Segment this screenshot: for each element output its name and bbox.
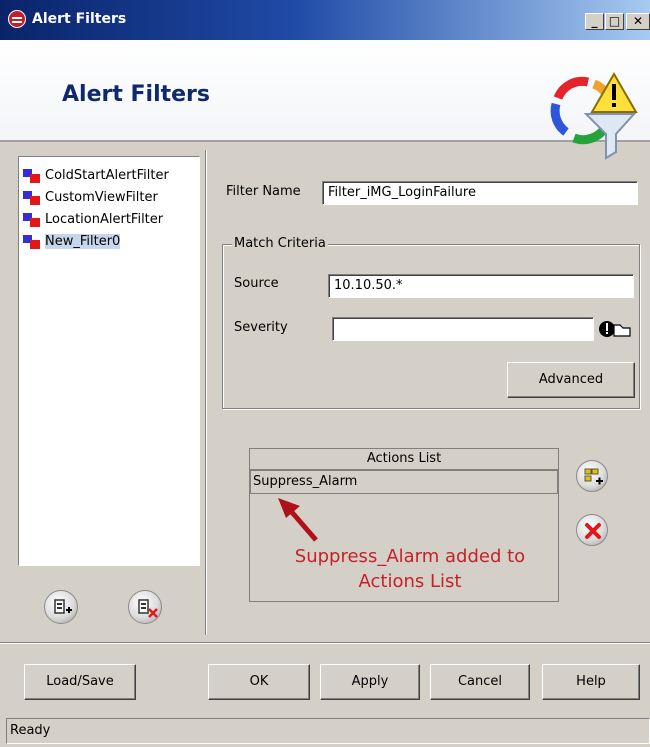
filter-name-field[interactable]: Filter_iMG_LoginFailure (322, 181, 638, 205)
close-button[interactable]: ✕ (626, 13, 650, 30)
help-button[interactable]: Help (542, 664, 640, 700)
filter-list-item-selected[interactable]: New_Filter0 (21, 231, 121, 253)
filter-label: ColdStartAlertFilter (45, 168, 169, 183)
button-separator (0, 642, 650, 644)
filter-list-item[interactable]: ColdStartAlertFilter (21, 165, 169, 187)
annotation-arrow (278, 498, 318, 542)
source-field[interactable]: 10.10.50.* (328, 274, 634, 298)
annotation-line-2: Actions List (358, 571, 462, 592)
add-action-button[interactable] (576, 460, 608, 492)
filter-icon (23, 213, 41, 227)
ok-button[interactable]: OK (208, 664, 310, 700)
alert-funnel-icon (550, 72, 638, 160)
cancel-button[interactable]: Cancel (430, 664, 530, 700)
title-bar[interactable]: Alert Filters _ □ ✕ (0, 0, 650, 40)
remove-action-icon (585, 523, 601, 539)
source-label: Source (234, 276, 279, 291)
add-filter-button[interactable] (44, 590, 78, 624)
app-icon[interactable] (8, 10, 26, 28)
delete-filter-button[interactable] (128, 590, 162, 624)
filter-list-item[interactable]: CustomViewFilter (21, 187, 158, 209)
filter-label: LocationAlertFilter (45, 212, 164, 227)
header-banner: Alert Filters (0, 40, 650, 160)
filter-list[interactable]: ColdStartAlertFilter CustomViewFilter Lo… (18, 156, 200, 566)
delete-filter-icon (138, 599, 158, 618)
minimize-button[interactable]: _ (585, 13, 604, 30)
filter-label: New_Filter0 (45, 234, 121, 249)
filter-icon (23, 235, 41, 249)
filter-icon (23, 169, 41, 183)
actions-list-header: Actions List (250, 449, 558, 470)
advanced-button[interactable]: Advanced (507, 362, 635, 398)
match-criteria-legend: Match Criteria (232, 236, 328, 251)
filter-list-item[interactable]: LocationAlertFilter (21, 209, 163, 231)
window-title: Alert Filters (32, 11, 127, 27)
severity-field[interactable] (332, 317, 594, 341)
add-action-icon (584, 468, 603, 485)
annotation-line-1: Suppress_Alarm added to (294, 546, 526, 567)
annotation-text: Suppress_Alarm added to Actions List (262, 544, 558, 594)
actions-list-item[interactable]: Suppress_Alarm (250, 470, 558, 494)
apply-button[interactable]: Apply (320, 664, 420, 700)
severity-label: Severity (234, 320, 288, 335)
load-save-button[interactable]: Load/Save (24, 664, 136, 700)
add-filter-icon (54, 599, 72, 614)
filter-label: CustomViewFilter (45, 190, 158, 205)
filter-icon (23, 191, 41, 205)
status-bar: Ready (6, 718, 650, 744)
remove-action-button[interactable] (576, 514, 608, 546)
maximize-button[interactable]: □ (605, 13, 624, 30)
severity-picker-icon[interactable] (598, 317, 638, 341)
panel-divider (205, 150, 207, 635)
alert-filters-window: Alert Filters _ □ ✕ Alert Filters ColdSt… (0, 0, 650, 747)
page-title: Alert Filters (62, 82, 211, 107)
filter-name-label: Filter Name (226, 184, 301, 199)
